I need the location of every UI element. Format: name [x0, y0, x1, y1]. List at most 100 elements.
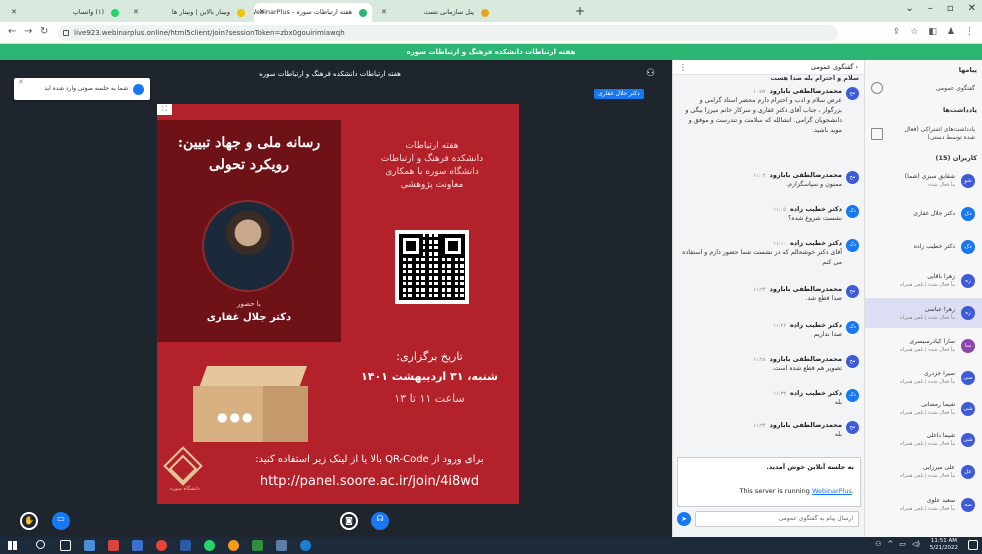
chat-icon: [871, 82, 883, 94]
stage-title: هفته ارتباطات دانشکده فرهنگ و ارتباطات س…: [259, 70, 401, 78]
user-list-item[interactable]: شی شیما داغلی ماً فعال شده | تلفن همراه: [865, 427, 982, 452]
profile-icon[interactable]: ♟: [947, 27, 955, 37]
send-button[interactable]: ➤: [677, 512, 691, 526]
user-list-item[interactable]: دک دکتر جلال غفاری: [865, 201, 982, 226]
whatsapp-icon[interactable]: [204, 540, 215, 551]
browser-icon[interactable]: [228, 540, 239, 551]
chat-message: مح محمدرضالطفی بابارود۱۱:۲۸ تصویر هم قطع…: [681, 355, 859, 374]
share-screen-button[interactable]: ▭: [52, 512, 70, 530]
chevron-up-icon[interactable]: ^: [887, 540, 893, 548]
message-text: عرض سلام و ادب و احترام دارم محضر استاد …: [685, 97, 842, 134]
tab-webinar-list[interactable]: ✕ وبینار بالاین | وبینار ها: [128, 3, 250, 22]
chat-messages[interactable]: سلام و احترام بله صدا هست مح محمدرضالطفی…: [673, 75, 865, 453]
camera-button[interactable]: ◙: [340, 512, 358, 530]
qr-code: [395, 230, 469, 304]
tab-whatsapp[interactable]: ✕ (۱) واتساپ: [6, 3, 124, 22]
message-sender: محمدرضالطفی بابارود: [769, 171, 842, 179]
close-window-icon[interactable]: ✕: [968, 3, 976, 14]
message-sender: دکتر خطیب زاده: [789, 321, 842, 329]
user-list-item[interactable]: زه زهرا باقایی ماً فعال شده | تلفن همراه: [865, 268, 982, 293]
share-icon[interactable]: ⇪: [893, 27, 901, 37]
avatar: سی: [961, 371, 975, 385]
chat-message-input[interactable]: ارسال پیام به گفتگوی عمومی: [695, 511, 859, 527]
user-name: زهرا عباسی: [924, 306, 955, 313]
network-icon[interactable]: ▭: [899, 540, 906, 548]
close-icon[interactable]: ✕: [18, 71, 24, 93]
task-view-icon[interactable]: [60, 540, 71, 551]
sidebar-item-label: گفتگوی عمومی: [935, 85, 975, 92]
user-status: ماً فعال شده | تلفن همراه: [900, 379, 955, 385]
url-input[interactable]: live923.webinarplus.online/html5client/j…: [58, 25, 838, 41]
box-illustration: ●●●: [193, 366, 313, 444]
close-tab-icon[interactable]: ✕: [133, 3, 139, 22]
windows-start-icon[interactable]: [8, 541, 17, 550]
file-explorer-icon[interactable]: [84, 540, 95, 551]
search-icon[interactable]: [36, 540, 45, 549]
minimize-icon[interactable]: –: [928, 3, 933, 14]
word-icon[interactable]: [180, 540, 191, 551]
user-list-item[interactable]: شو شقایق سبزی (شما) ماً فعال شده: [865, 168, 982, 193]
back-icon[interactable]: ←: [8, 26, 16, 37]
presenter-badge: دکتر جلال غفاری: [594, 89, 644, 99]
acrobat-icon[interactable]: [108, 540, 119, 551]
guest-name: دکتر جلال غفاری: [206, 312, 292, 323]
edge-icon[interactable]: [300, 540, 311, 551]
tab-webinarplus[interactable]: ✕ هفته ارتباطات سوره - WebinarPlus: [254, 3, 372, 22]
user-list-item[interactable]: زه زهرا عباسی ماً فعال شده | تلفن همراه: [865, 298, 982, 328]
webinarplus-icon: [359, 9, 367, 17]
user-list-item[interactable]: عل علی میرزایی ماً فعال شده | تلفن همراه: [865, 459, 982, 484]
volume-icon[interactable]: ◁): [912, 540, 920, 548]
avatar: مح: [846, 87, 859, 100]
close-tab-icon[interactable]: ✕: [259, 3, 265, 22]
new-tab-button[interactable]: +: [575, 3, 585, 20]
forward-icon[interactable]: →: [24, 26, 32, 37]
notifications-icon[interactable]: [968, 540, 978, 550]
chrome-icon[interactable]: [156, 540, 167, 551]
excel-icon[interactable]: [252, 540, 263, 551]
message-text: صدا نداریم: [813, 331, 842, 338]
chat-message: دک دکتر خطیب زاده۱۱:۰۵ نشست شروع شده؟: [681, 205, 859, 224]
app-icon[interactable]: [276, 540, 287, 551]
university-logo: [163, 446, 203, 486]
event-line: معاونت پژوهشی: [400, 180, 464, 190]
poster-title-line1: رسانه ملی و جهاد تبیین:: [177, 135, 321, 151]
photoshop-icon[interactable]: [132, 540, 143, 551]
headphones-icon: ☊: [376, 514, 384, 523]
audio-button[interactable]: ☊: [371, 512, 389, 530]
star-icon[interactable]: ☆: [910, 27, 918, 37]
user-list-item[interactable]: سی سیرا جزدری ماً فعال شده | تلفن همراه: [865, 365, 982, 390]
close-tab-icon[interactable]: ✕: [381, 3, 387, 22]
user-list-item[interactable]: سا سارا کیادرسیسری ماً فعال شده | تلفن ه…: [865, 333, 982, 358]
chat-options-icon[interactable]: ⋮: [679, 60, 687, 75]
sidebar-item-shared-notes[interactable]: یادداشت‌های اشتراکی (فعال شده توسط دستی): [865, 122, 982, 148]
sidebar-item-public-chat[interactable]: گفتگوی عمومی: [865, 80, 982, 98]
close-tab-icon[interactable]: ✕: [11, 3, 17, 22]
user-list-item[interactable]: دک دکتر خطیب زاده: [865, 234, 982, 259]
user-list-item[interactable]: شی شیما رمضانی ماً فعال شده | تلفن همراه: [865, 396, 982, 421]
address-bar-row: ← → ↻ live923.webinarplus.online/html5cl…: [0, 22, 982, 44]
sidebar-icon[interactable]: ◧: [928, 27, 937, 37]
webinarplus-link[interactable]: WebinarPlus: [812, 487, 852, 495]
avatar: دک: [846, 321, 859, 334]
system-clock[interactable]: 11:51 AM 5/21/2022: [930, 538, 958, 552]
address-bar-icons: ⇪ ☆ ◧ ♟ ⋮: [893, 27, 974, 37]
chat-message: مح محمدرضالطفی بابارود۱۰:۵۷ عرض سلام و ا…: [681, 87, 859, 136]
people-icon[interactable]: ⚇: [875, 540, 881, 548]
presentation-slide: ⛶ رسانه ملی و جهاد تبیین: رویکرد تحولی ب…: [157, 104, 519, 504]
user-list-item[interactable]: سه سعید علوی ماً فعال شده | تلفن همراه: [865, 492, 982, 517]
chevron-down-icon[interactable]: ⌄: [905, 3, 913, 14]
raise-hand-button[interactable]: ✋: [20, 512, 38, 530]
menu-dots-icon[interactable]: ⋮: [965, 27, 974, 37]
chevron-left-icon[interactable]: ‹: [853, 63, 858, 71]
users-toggle-icon[interactable]: ⚇: [646, 68, 655, 79]
chat-panel: ‹ گفتگوی عمومی ⋮ سلام و احترام بله صدا ه…: [672, 60, 864, 537]
message-sender: محمدرضالطفی بابارود: [769, 87, 842, 95]
chat-message-text: سلام و احترام بله صدا هست: [770, 75, 860, 82]
headphones-icon: [133, 84, 144, 95]
chat-message: مح محمدرضالطفی بابارود۱۱:۲۴ صدا قطع شد.: [681, 285, 859, 304]
tab-panel[interactable]: ✕ پنل سازمانی تست: [376, 3, 494, 22]
fullscreen-icon[interactable]: ⛶: [157, 104, 172, 115]
maximize-icon[interactable]: ▫: [947, 3, 954, 14]
user-status: ماً فعال شده | تلفن همراه: [900, 506, 955, 512]
reload-icon[interactable]: ↻: [40, 26, 48, 37]
